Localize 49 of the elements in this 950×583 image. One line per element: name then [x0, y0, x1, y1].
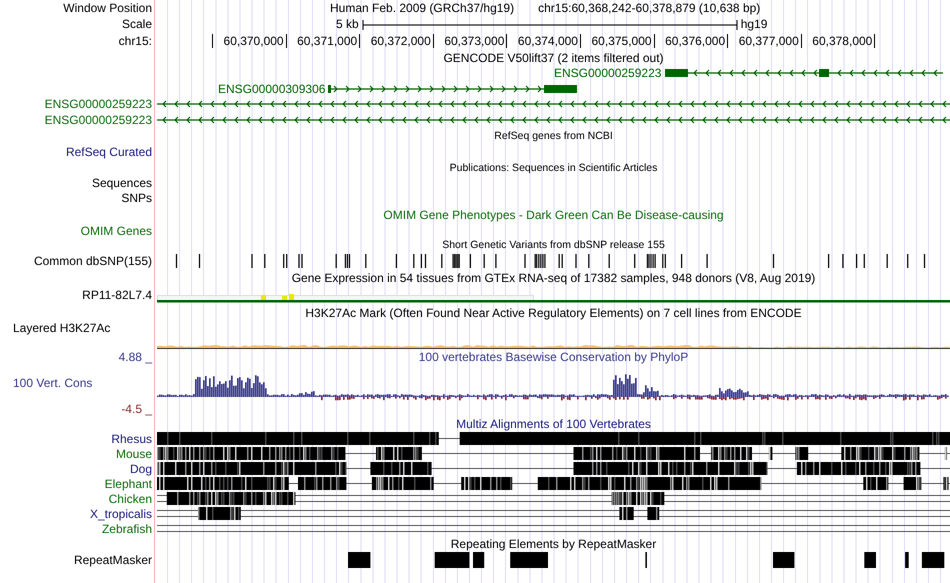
- scale-length: 5 kb: [336, 17, 359, 31]
- species-label[interactable]: Mouse: [116, 446, 152, 460]
- species-label[interactable]: Zebrafish: [102, 522, 152, 536]
- track-label[interactable]: Common dbSNP(155): [34, 254, 152, 268]
- track-title: Repeating Elements by RepeatMasker: [450, 537, 656, 551]
- gene-label[interactable]: ENSG00000259223: [554, 66, 662, 80]
- gene-label[interactable]: ENSG00000309306: [218, 82, 326, 96]
- ruler-label: 60,371,000: [286, 34, 360, 48]
- track-label[interactable]: Sequences: [92, 176, 152, 190]
- track-label: Window Position: [63, 1, 152, 15]
- gene-label[interactable]: ENSG00000259223: [44, 97, 152, 111]
- ruler-label: 60,377,000: [728, 34, 802, 48]
- track-title: 100 vertebrates Basewise Conservation by PhyloP: [418, 350, 688, 364]
- track-label[interactable]: SNPs: [121, 191, 152, 205]
- scale-assembly: hg19: [740, 17, 768, 31]
- species-label[interactable]: Dog: [130, 462, 152, 476]
- axis-max-label: 4.88 _: [118, 350, 152, 364]
- track-label[interactable]: RepeatMasker: [74, 553, 152, 567]
- ruler-label: 60,373,000: [434, 34, 508, 48]
- track-title: H3K27Ac Mark (Often Found Near Active Regulatory Elements) on 7 cell lines from ENCODE: [305, 306, 802, 320]
- track-label: Scale: [122, 17, 152, 31]
- species-label[interactable]: Rhesus: [111, 432, 152, 446]
- track-title: Multiz Alignments of 100 Vertebrates: [456, 416, 651, 430]
- ruler-label: 60,376,000: [654, 34, 728, 48]
- species-label[interactable]: X_tropicalis: [90, 506, 152, 520]
- track-title: OMIM Gene Phenotypes - Dark Green Can Be Disease-causing: [383, 208, 724, 222]
- track-label[interactable]: RP11-82L7.4: [82, 288, 152, 302]
- species-label[interactable]: Elephant: [104, 476, 152, 490]
- track-title: Publications: Sequences in Scientific Articles: [450, 162, 658, 174]
- ruler-label: 60,370,000: [213, 34, 287, 48]
- species-label[interactable]: Chicken: [108, 492, 152, 506]
- track-label[interactable]: Layered H3K27Ac: [13, 321, 110, 335]
- gene-drawing[interactable]: [665, 66, 944, 80]
- position-range: chr15:60,368,242-60,378,879 (10,638 bp): [538, 1, 760, 15]
- track-title: Short Genetic Variants from dbSNP release 155: [442, 239, 665, 251]
- gene-label[interactable]: ENSG00000259223: [44, 113, 152, 127]
- track-title: GENCODE V50lift37 (2 items filtered out): [443, 50, 664, 64]
- assembly-title: Human Feb. 2009 (GRCh37/hg19): [330, 1, 514, 15]
- ruler-label: 60,378,000: [802, 34, 876, 48]
- track-label[interactable]: RefSeq Curated: [66, 145, 152, 159]
- track-label: chr15:: [118, 34, 152, 48]
- track-title: RefSeq genes from NCBI: [494, 130, 613, 142]
- track-label[interactable]: OMIM Genes: [80, 224, 152, 238]
- track-title: Gene Expression in 54 tissues from GTEx RNA-seq of 17382 samples, 948 donors (V8, Aug 2019): [292, 270, 816, 284]
- ruler-label: 60,374,000: [507, 34, 581, 48]
- ruler-label: 60,372,000: [360, 34, 434, 48]
- ruler-label: 60,375,000: [580, 34, 655, 48]
- axis-min-label: -4.5 _: [121, 402, 152, 416]
- track-label[interactable]: 100 Vert. Cons: [0, 376, 92, 390]
